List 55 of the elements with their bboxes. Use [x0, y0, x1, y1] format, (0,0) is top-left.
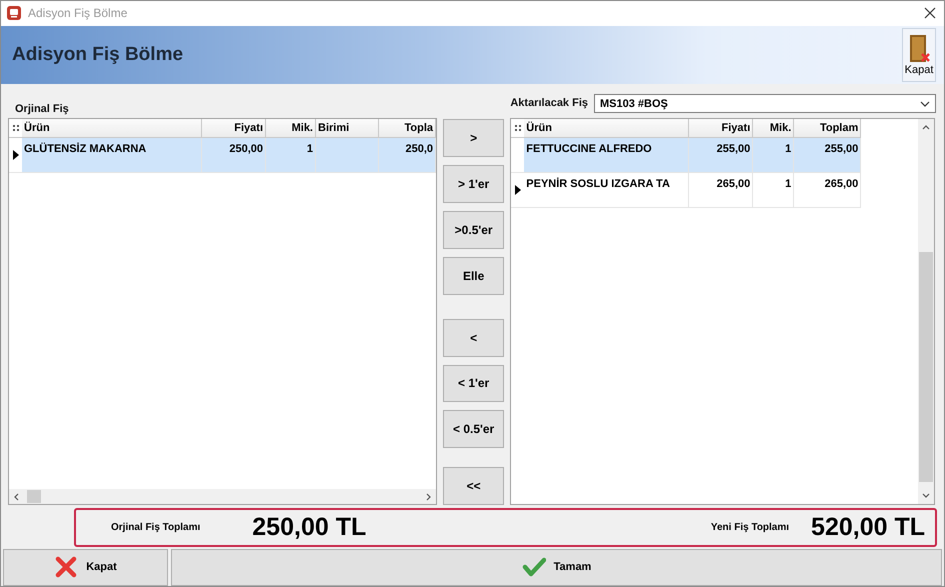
column-header[interactable]: Fiyatı	[202, 119, 266, 138]
table-cell: 255,00	[689, 138, 754, 174]
table-cell: 1	[753, 173, 794, 208]
total-label: Yeni Fiş Toplamı	[710, 522, 790, 533]
total-amount: 250,00 TL	[252, 512, 366, 542]
column-header[interactable]: Toplam	[794, 119, 862, 138]
chevron-right-icon	[424, 492, 432, 501]
transfer-button[interactable]: <<	[443, 467, 504, 506]
grid-corner-icon	[514, 125, 521, 132]
close-button[interactable]: Kapat	[902, 28, 936, 82]
total-amount: 520,00 TL	[811, 512, 925, 542]
column-header[interactable]: Fiyatı	[689, 119, 754, 138]
column-header[interactable]: Topla	[379, 119, 436, 138]
transfer-button[interactable]: Elle	[443, 256, 504, 295]
column-header[interactable]: Mik.	[753, 119, 794, 138]
transfer-button[interactable]: < 1'er	[443, 364, 504, 402]
table-cell[interactable]: PEYNİR SOSLU IZGARA TA	[524, 173, 690, 208]
total-label: Orjinal Fiş Toplamı	[111, 522, 200, 533]
table-cell[interactable]: GLÜTENSİZ MAKARNA	[22, 138, 202, 174]
transfer-button[interactable]: >	[443, 119, 504, 158]
section-label: Orjinal Fiş	[15, 103, 69, 116]
column-header[interactable]: Ürün	[22, 119, 202, 138]
grid-corner-icon	[12, 125, 18, 132]
table-cell: 265,00	[794, 173, 862, 208]
app-icon	[7, 6, 21, 20]
page-title: Adisyon Fiş Bölme	[12, 44, 184, 66]
transfer-button[interactable]: < 0.5'er	[443, 410, 504, 448]
table-cell: 250,0	[379, 138, 436, 174]
scrollbar-thumb[interactable]	[919, 252, 933, 482]
table-cell: 265,00	[689, 173, 754, 208]
door-icon	[907, 34, 931, 64]
column-header[interactable]: Birimi	[316, 119, 379, 138]
transfer-button[interactable]: >0.5'er	[443, 210, 504, 249]
window-title: Adisyon Fiş Bölme	[28, 6, 128, 20]
confirm-button[interactable]: Tamam	[171, 548, 942, 586]
table-cell: 255,00	[794, 138, 862, 174]
table-cell[interactable]: FETTUCCINE ALFREDO	[524, 138, 690, 174]
transfer-button[interactable]: > 1'er	[443, 165, 504, 203]
checkmark-icon	[522, 556, 546, 578]
receipt-dropdown[interactable]: MS103 #BOŞ	[594, 94, 936, 114]
table-cell: 250,00	[202, 138, 266, 174]
table-cell	[316, 138, 379, 174]
close-icon[interactable]	[924, 7, 936, 20]
chevron-left-icon	[13, 492, 21, 501]
cross-icon	[54, 556, 78, 578]
field-label: Aktarılacak Fiş	[510, 97, 588, 110]
transfer-button[interactable]: <	[443, 318, 504, 357]
table-cell: 1	[753, 138, 794, 174]
column-header[interactable]: Ürün	[524, 119, 690, 138]
chevron-down-icon	[922, 491, 930, 500]
table-cell: 1	[266, 138, 316, 174]
scrollbar-thumb[interactable]	[27, 490, 41, 504]
column-header[interactable]: Mik.	[266, 119, 316, 138]
close-button[interactable]: Kapat	[3, 548, 168, 586]
chevron-down-icon	[920, 100, 930, 107]
